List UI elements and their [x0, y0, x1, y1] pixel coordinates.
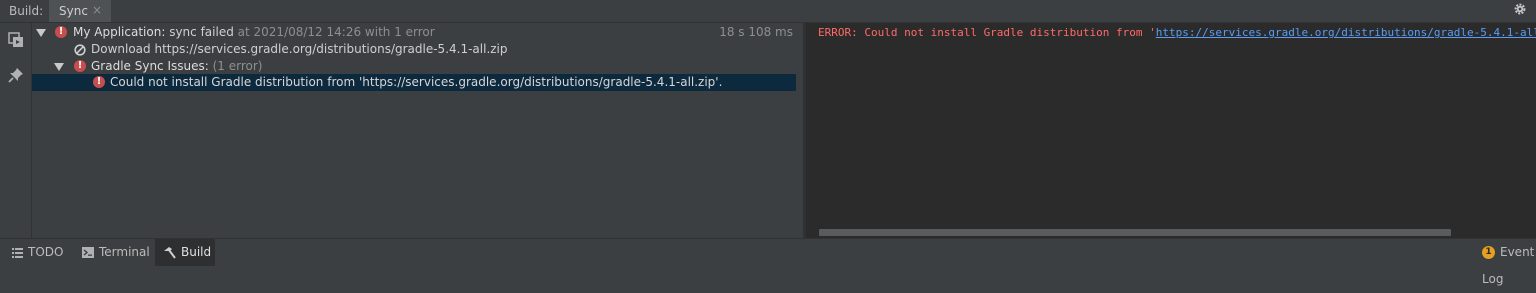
- tab-sync-label: Sync: [59, 4, 88, 18]
- terminal-icon: [82, 247, 94, 258]
- sync-duration: 18 s 108 ms: [719, 25, 793, 39]
- expand-arrow-icon[interactable]: [54, 62, 64, 72]
- todo-label: TODO: [28, 245, 64, 259]
- gradle-distribution-link[interactable]: https://services.gradle.org/distribution…: [1156, 26, 1536, 39]
- tree-row-sync-result[interactable]: ! My Application: sync failed at 2021/08…: [32, 24, 803, 41]
- hammer-icon: [164, 246, 176, 259]
- console-error-line: ERROR: Could not install Gradle distribu…: [818, 26, 1536, 39]
- tree-row-download[interactable]: Download https://services.gradle.org/dis…: [32, 41, 803, 58]
- build-tree: ! My Application: sync failed at 2021/08…: [32, 23, 803, 238]
- console-error-text: ERROR: Could not install Gradle distribu…: [818, 26, 1156, 39]
- tree-row-issue[interactable]: ! Could not install Gradle distribution …: [32, 74, 796, 91]
- download-label: Download https://services.gradle.org/dis…: [91, 42, 508, 56]
- list-icon: [12, 247, 23, 258]
- tool-window-bar: TODO Terminal Build 1 Event Log: [0, 238, 1536, 286]
- event-log-button[interactable]: 1 Event Log: [1482, 239, 1536, 286]
- gear-icon[interactable]: [1513, 2, 1527, 16]
- sync-timestamp: at 2021/08/12 14:26: [237, 25, 362, 39]
- build-label: Build: [181, 245, 212, 259]
- terminal-tool-button[interactable]: Terminal: [82, 239, 150, 266]
- console-output: ERROR: Could not install Gradle distribu…: [806, 23, 1536, 238]
- error-icon: !: [55, 26, 67, 38]
- sync-status: sync failed: [169, 25, 234, 39]
- error-summary: with 1 error: [364, 25, 435, 39]
- expand-arrow-icon[interactable]: [36, 28, 46, 38]
- toggle-view-icon[interactable]: [8, 32, 24, 48]
- error-icon: !: [74, 60, 86, 72]
- build-side-toolbar: [0, 23, 32, 238]
- issues-count: (1 error): [212, 59, 263, 73]
- build-tool-button[interactable]: Build: [155, 239, 215, 266]
- horizontal-scrollbar[interactable]: [819, 229, 1451, 236]
- error-icon: !: [93, 76, 105, 88]
- tree-row-gradle-sync-issues[interactable]: ! Gradle Sync Issues: (1 error): [32, 58, 803, 75]
- pin-icon[interactable]: [8, 67, 24, 83]
- project-title: My Application:: [73, 25, 166, 39]
- todo-tool-button[interactable]: TODO: [12, 239, 63, 266]
- close-icon[interactable]: ×: [92, 3, 102, 17]
- tab-sync[interactable]: Sync ×: [49, 0, 111, 22]
- issue-label: Could not install Gradle distribution fr…: [110, 75, 723, 89]
- cancelled-icon: [74, 44, 86, 56]
- build-tool-window-header: Build: Sync ×: [0, 0, 1536, 23]
- terminal-label: Terminal: [99, 245, 150, 259]
- issues-group-title: Gradle Sync Issues:: [91, 59, 209, 73]
- event-log-badge: 1: [1482, 246, 1495, 259]
- build-label: Build:: [9, 4, 44, 18]
